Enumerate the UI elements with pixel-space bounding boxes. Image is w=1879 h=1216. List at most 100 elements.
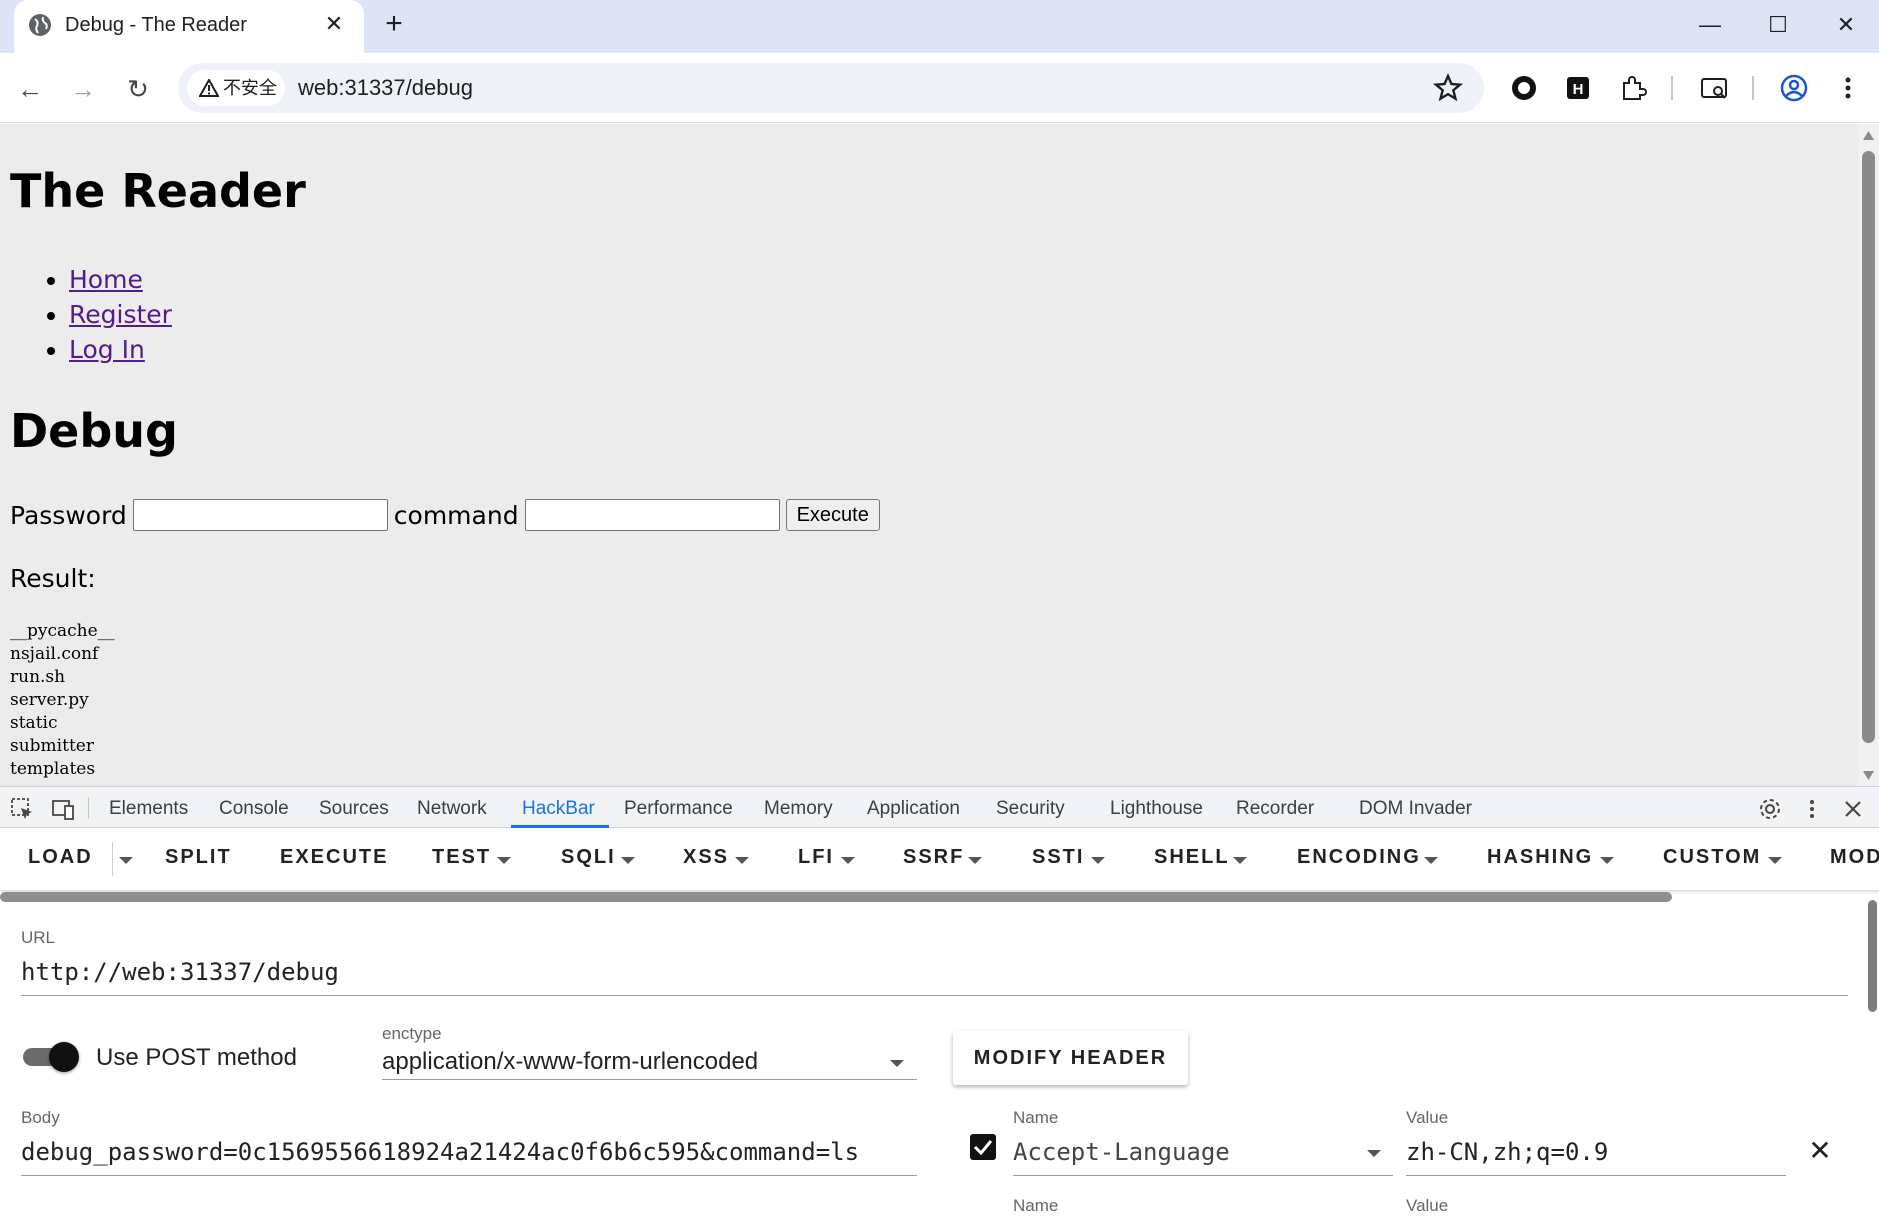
forward-button[interactable]: → [65,71,101,107]
devtools-tab-performance[interactable]: Performance [624,798,733,820]
header-value-label-2: Value [1406,1196,1449,1215]
settings-gear-icon[interactable] [1757,796,1783,822]
devtools-tab-hackbar[interactable]: HackBar [522,798,595,820]
url-text[interactable]: web:31337/debug [298,75,473,101]
hackbar-xss-menu[interactable]: XSS [683,846,729,869]
hackbar-custom-menu[interactable]: CUSTOM [1663,846,1761,869]
site-info-chip[interactable]: 不安全 [187,70,285,106]
load-dropdown-arrow-icon[interactable] [119,857,133,864]
header-name-dropdown-arrow-icon[interactable] [1367,1150,1381,1157]
tab-search-icon[interactable] [1697,71,1731,105]
address-bar[interactable]: 不安全 web:31337/debug [178,63,1484,113]
page-viewport: The Reader Home Register Log In Debug Pa… [0,124,1858,786]
password-input[interactable] [132,499,388,531]
reload-button[interactable]: ↻ [120,71,156,107]
bookmark-star-icon[interactable] [1432,72,1464,104]
execute-button[interactable]: Execute [785,499,880,531]
header-value-underline [1406,1175,1786,1176]
devtools-tab-elements[interactable]: Elements [109,798,188,820]
new-tab-button[interactable]: + [378,8,410,40]
hackbar-vertical-scrollbar[interactable] [1868,900,1877,1012]
nav-link-home[interactable]: Home [69,265,143,294]
browser-tab[interactable]: Debug - The Reader ✕ [14,0,364,53]
warning-icon [199,79,219,97]
enctype-select[interactable]: application/x-www-form-urlencoded [382,1048,758,1076]
hackbar-shell-menu[interactable]: SHELL [1154,846,1230,869]
minimize-button[interactable]: — [1690,8,1730,42]
hackbar-ssrf-menu[interactable]: SSRF [903,846,964,869]
url-field[interactable]: http://web:31337/debug [21,958,339,986]
hackbar-sqli-menu[interactable]: SQLI [561,846,616,869]
ssrf-dropdown-arrow-icon [968,857,982,864]
page-scrollbar[interactable] [1858,124,1879,786]
devtools-tab-recorder[interactable]: Recorder [1236,798,1314,820]
page-heading: Debug [10,404,178,458]
remove-header-icon[interactable]: ✕ [1806,1134,1834,1167]
tab-close-icon[interactable]: ✕ [320,10,348,38]
devtools-tabbar: Elements Console Sources Network HackBar… [0,786,1879,828]
command-label: command [393,500,519,530]
post-method-toggle[interactable] [23,1042,79,1072]
devtools-close-icon[interactable] [1840,796,1866,822]
header-enabled-checkbox[interactable] [970,1134,996,1160]
enctype-dropdown-arrow-icon[interactable] [890,1060,904,1067]
hackbar-execute-button[interactable]: EXECUTE [280,846,388,869]
inspect-element-icon[interactable] [9,796,35,822]
hackbar-test-menu[interactable]: TEST [432,846,491,869]
header-value-field[interactable]: zh-CN,zh;q=0.9 [1406,1138,1608,1166]
maximize-button[interactable]: ☐ [1758,8,1798,42]
toggle-knob [49,1042,79,1072]
nav-link-login[interactable]: Log In [69,335,145,364]
devtools-tab-console[interactable]: Console [219,798,289,820]
menu-divider [112,842,113,876]
hackbar-split-button[interactable]: SPLIT [165,846,232,869]
hackbar-mod-menu[interactable]: MOD [1830,846,1879,869]
site-title: The Reader [10,164,306,218]
hackbar-menu: LOAD SPLIT EXECUTE TEST SQLI XSS LFI SSR… [0,828,1879,890]
hackbar-lfi-menu[interactable]: LFI [798,846,834,869]
post-method-label: Use POST method [96,1044,297,1071]
hackbar-horizontal-scrollbar[interactable] [0,892,1672,902]
devtools-tab-sources[interactable]: Sources [319,798,389,820]
hackbar-hashing-menu[interactable]: HASHING [1487,846,1593,869]
lfi-dropdown-arrow-icon [841,857,855,864]
url-field-label: URL [21,928,56,947]
hackbar-encoding-menu[interactable]: ENCODING [1297,846,1421,869]
encoding-dropdown-arrow-icon [1424,857,1438,864]
devtools-menu-icon[interactable] [1799,796,1825,822]
tab-strip: Debug - The Reader ✕ + — ☐ ✕ [0,0,1879,53]
record-extension-icon[interactable] [1507,71,1541,105]
hackbar-extension-icon[interactable]: H [1561,71,1595,105]
nav-item: Register [69,297,172,332]
devtools-tab-dom-invader[interactable]: DOM Invader [1359,798,1472,820]
devtools-tab-memory[interactable]: Memory [764,798,833,820]
back-button[interactable]: ← [12,71,48,107]
header-name-field[interactable]: Accept-Language [1013,1138,1230,1166]
tab-title: Debug - The Reader [65,14,247,36]
devtools-tab-lighthouse[interactable]: Lighthouse [1110,798,1203,820]
enctype-underline [382,1079,917,1080]
body-field[interactable]: debug_password=0c1569556618924a21424ac0f… [21,1138,859,1166]
body-field-label: Body [21,1108,60,1127]
nav-link-register[interactable]: Register [69,300,172,329]
modify-header-button[interactable]: MODIFY HEADER [953,1031,1188,1085]
header-name-underline [1013,1175,1393,1176]
shell-dropdown-arrow-icon [1233,857,1247,864]
hackbar-load-button[interactable]: LOAD [28,846,93,869]
scrollbar-thumb[interactable] [1862,151,1875,743]
header-name-label: Name [1013,1108,1059,1127]
window-close-button[interactable]: ✕ [1826,8,1866,42]
extensions-puzzle-icon[interactable] [1616,71,1650,105]
devtools-tab-security[interactable]: Security [996,798,1065,820]
scroll-up-arrow-icon[interactable] [1863,131,1874,140]
browser-menu-icon[interactable] [1831,71,1865,105]
devtools-tab-application[interactable]: Application [867,798,960,820]
test-dropdown-arrow-icon [497,857,511,864]
scroll-down-arrow-icon[interactable] [1863,771,1874,780]
profile-avatar-icon[interactable] [1777,71,1811,105]
device-toolbar-icon[interactable] [50,796,76,822]
command-input[interactable] [524,499,780,531]
hackbar-ssti-menu[interactable]: SSTI [1032,846,1084,869]
sqli-dropdown-arrow-icon [621,857,635,864]
devtools-tab-network[interactable]: Network [417,798,487,820]
